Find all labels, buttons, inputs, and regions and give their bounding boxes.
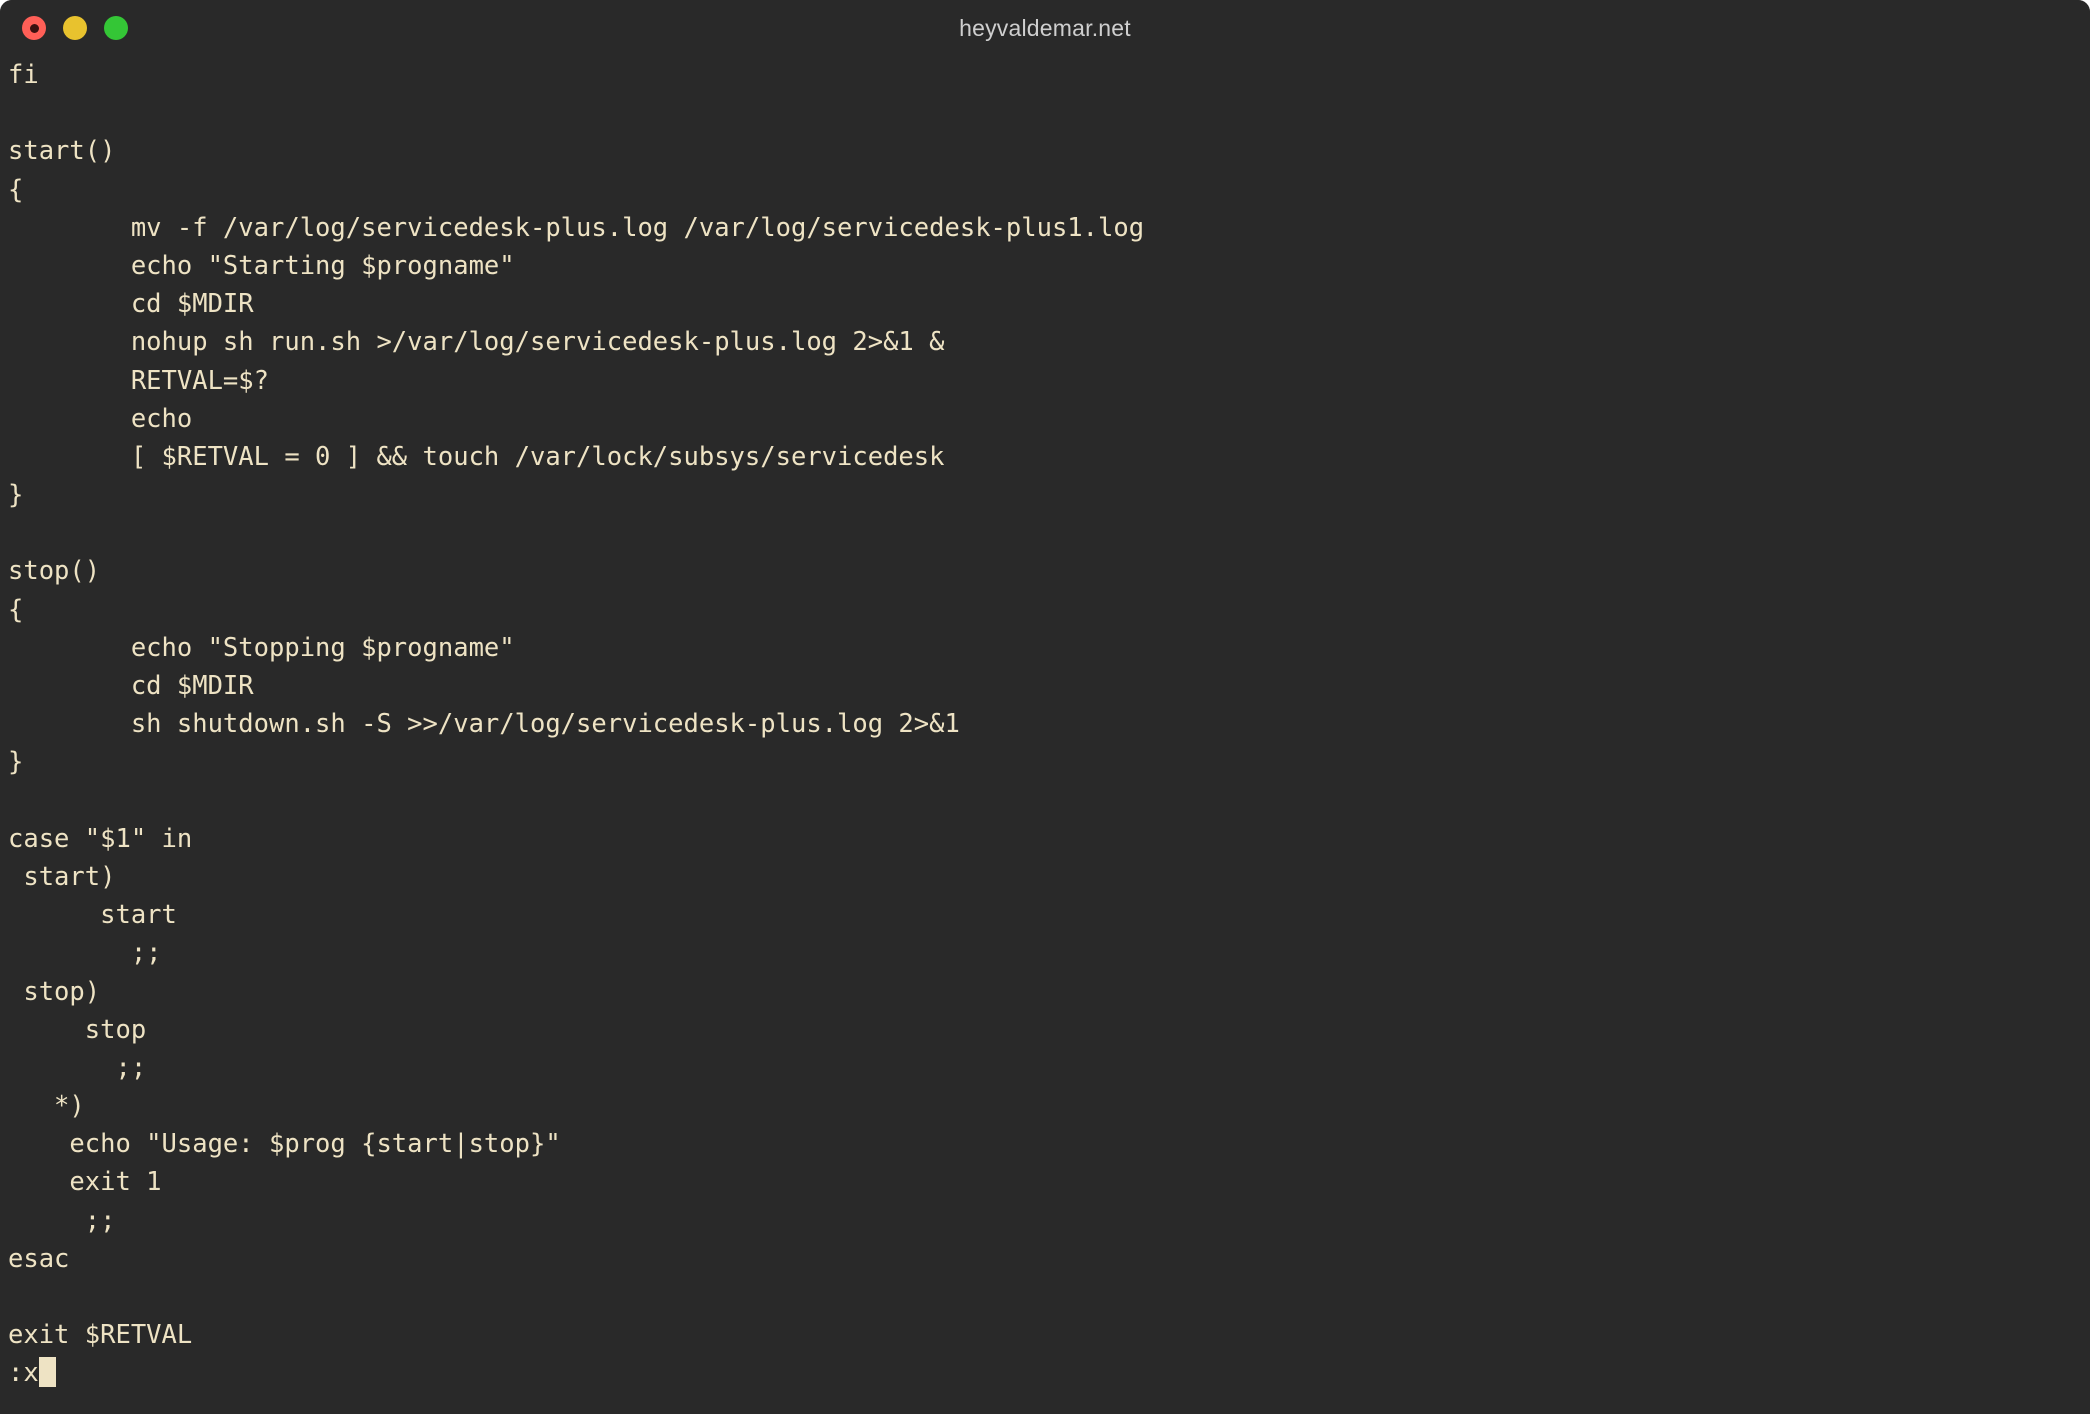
code-line: case "$1" in [8, 823, 193, 854]
code-line: exit $RETVAL [8, 1320, 193, 1351]
code-line: start() [8, 136, 116, 167]
code-line: ;; [8, 938, 162, 969]
code-line: nohup sh run.sh >/var/log/servicedesk-pl… [8, 327, 945, 358]
vi-command-text: :x [8, 1358, 39, 1389]
code-line: esac [8, 1243, 70, 1274]
code-line: { [8, 594, 24, 625]
code-line: start) [8, 861, 116, 892]
code-line: start [8, 900, 177, 931]
code-line: echo "Stopping $progname" [8, 632, 515, 663]
minimize-window-button[interactable] [63, 16, 87, 40]
code-listing: fi start() { mv -f /var/log/servicedesk-p… [8, 56, 2090, 1354]
code-line: stop() [8, 556, 101, 587]
maximize-window-button[interactable] [104, 16, 128, 40]
code-line: cd $MDIR [8, 671, 254, 701]
close-window-button[interactable] [22, 16, 46, 40]
code-line: echo "Starting $progname" [8, 250, 515, 281]
terminal-window: heyvaldemar.net fi start() { mv -f /var/l… [0, 0, 2090, 1414]
code-line: echo "Usage: $prog {start|stop}" [8, 1129, 561, 1160]
code-line: RETVAL=$? [8, 365, 269, 396]
window-title: heyvaldemar.net [959, 14, 1131, 41]
vi-command-line: :x [8, 1354, 2090, 1392]
window-titlebar: heyvaldemar.net [0, 0, 2090, 56]
code-line: *) [8, 1091, 85, 1122]
code-line: ;; [8, 1052, 147, 1083]
text-cursor [38, 1357, 56, 1388]
traffic-light-controls [22, 16, 128, 40]
code-line: echo [8, 403, 193, 434]
terminal-output-area[interactable]: fi start() { mv -f /var/log/servicedesk-p… [0, 56, 2090, 1414]
code-line: } [8, 747, 24, 778]
code-line: fi [8, 60, 39, 90]
code-line: stop [8, 1014, 147, 1045]
code-line: sh shutdown.sh -S >>/var/log/servicedesk… [8, 709, 960, 740]
code-line: stop) [8, 976, 101, 1007]
code-line: [ $RETVAL = 0 ] && touch /var/lock/subsy… [8, 441, 945, 472]
code-line: { [8, 174, 24, 205]
code-line: } [8, 480, 24, 511]
code-line: mv -f /var/log/servicedesk-plus.log /var… [8, 212, 1145, 243]
code-line: cd $MDIR [8, 289, 254, 320]
code-line: exit 1 [8, 1167, 162, 1198]
code-line: ;; [8, 1205, 116, 1236]
